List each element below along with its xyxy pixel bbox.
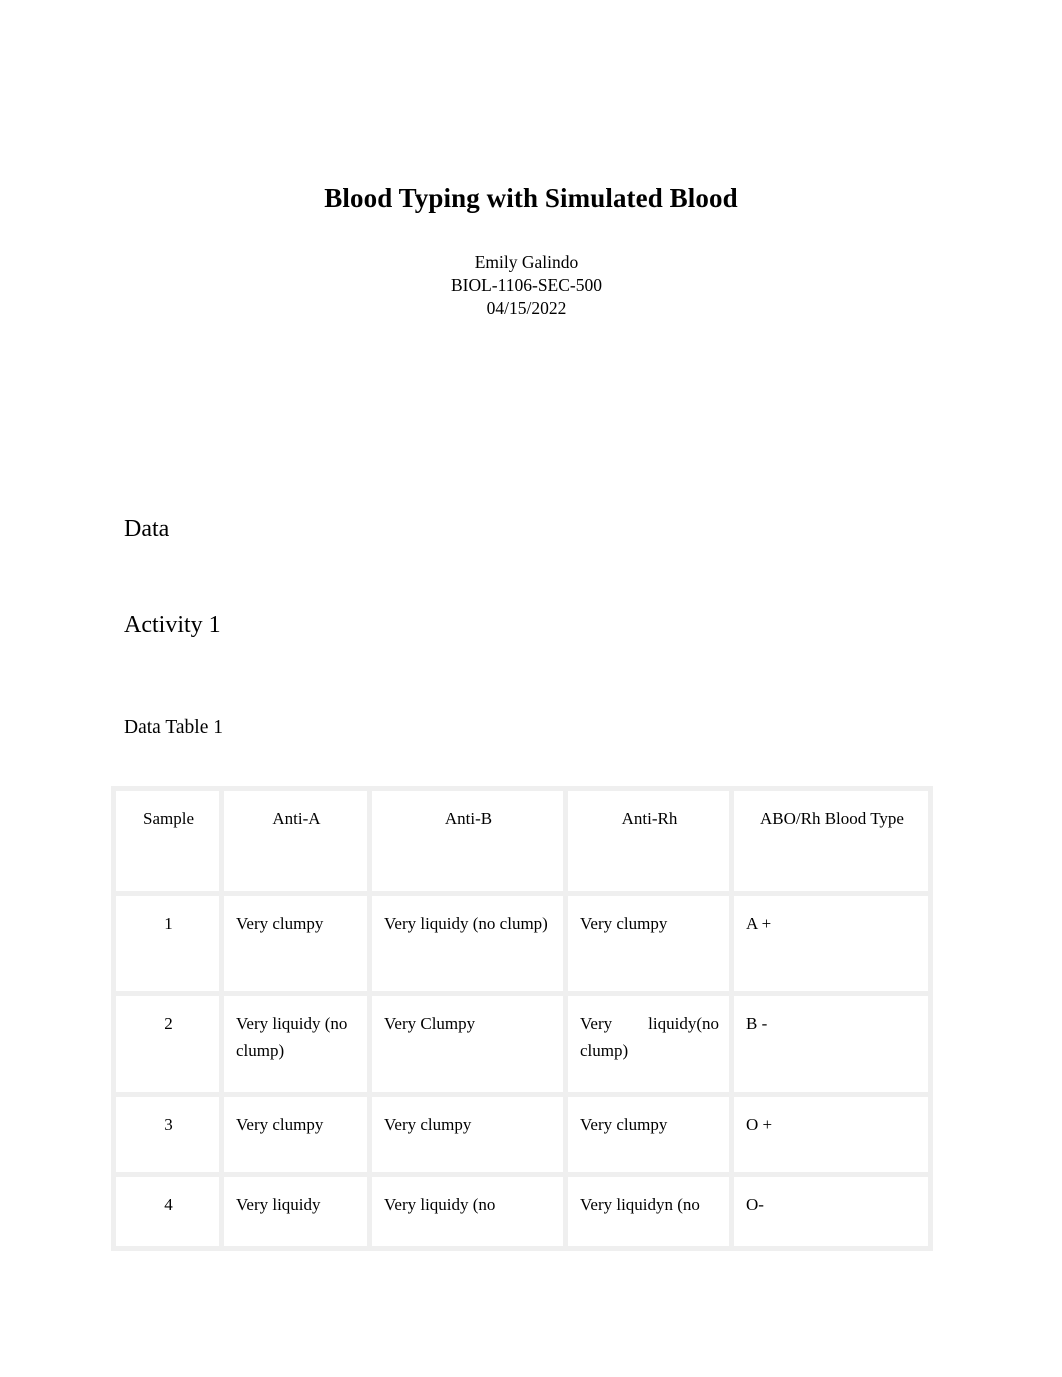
cell-anti-rh: Very liquidyn (no — [568, 1177, 734, 1251]
cell-anti-a: Very clumpy — [224, 896, 372, 996]
table-header-cell-anti-b: Anti-B — [372, 786, 568, 896]
cell-anti-rh: Very clumpy — [568, 1097, 734, 1177]
cell-blood-type: O + — [734, 1097, 933, 1177]
page-title: Blood Typing with Simulated Blood — [324, 183, 738, 214]
document-page: Blood Typing with Simulated Blood Emily … — [0, 0, 1062, 1377]
table-row: 1 Very clumpy Very liquidy (no clump) Ve… — [111, 896, 933, 996]
table-header-cell-sample: Sample — [111, 786, 224, 896]
section-heading-activity: Activity 1 — [124, 612, 221, 638]
table-row: 3 Very clumpy Very clumpy Very clumpy O … — [111, 1097, 933, 1177]
cell-sample: 2 — [111, 996, 224, 1097]
cell-anti-rh: Very clumpy — [568, 896, 734, 996]
cell-anti-b: Very clumpy — [372, 1097, 568, 1177]
cell-anti-a: Very liquidy — [224, 1177, 372, 1251]
header-label-anti-b: Anti-B — [444, 809, 493, 828]
cell-anti-b: Very Clumpy — [372, 996, 568, 1097]
course-code: BIOL-1106-SEC-500 — [450, 275, 602, 295]
cell-anti-rh: Very liquidy(no clump) — [568, 996, 734, 1097]
author-name: Emily Galindo — [474, 252, 579, 272]
cell-blood-type: B - — [734, 996, 933, 1097]
table-header-cell-anti-a: Anti-A — [224, 786, 372, 896]
table-row: 4 Very liquidy Very liquidy (no Very liq… — [111, 1177, 933, 1251]
table-row: 2 Very liquidy (no clump) Very Clumpy Ve… — [111, 996, 933, 1097]
section-heading-data: Data — [124, 516, 170, 542]
cell-anti-b: Very liquidy (no clump) — [372, 896, 568, 996]
header-label-blood-type: ABO/Rh Blood Type — [760, 809, 904, 828]
data-table-1: Sample Anti-A Anti-B Anti-Rh ABO/Rh Bloo… — [111, 786, 933, 1251]
cell-sample: 4 — [111, 1177, 224, 1251]
cell-sample: 1 — [111, 896, 224, 996]
cell-anti-b: Very liquidy (no — [372, 1177, 568, 1251]
cell-anti-a: Very liquidy (no clump) — [224, 996, 372, 1097]
cell-blood-type: A + — [734, 896, 933, 996]
cell-sample: 3 — [111, 1097, 224, 1177]
header-label-anti-rh: Anti-Rh — [621, 809, 678, 828]
header-label-sample: Sample — [143, 809, 194, 828]
table-header-cell-blood-type: ABO/Rh Blood Type — [734, 786, 933, 896]
header-label-anti-a: Anti-A — [272, 809, 321, 828]
table-caption: Data Table 1 — [124, 717, 223, 738]
byline-block: Emily Galindo BIOL-1106-SEC-500 04/15/20… — [130, 251, 923, 320]
table-header-row: Sample Anti-A Anti-B Anti-Rh ABO/Rh Bloo… — [111, 786, 933, 896]
data-table-1-container: Sample Anti-A Anti-B Anti-Rh ABO/Rh Bloo… — [111, 786, 933, 1251]
table-header-cell-anti-rh: Anti-Rh — [568, 786, 734, 896]
document-date: 04/15/2022 — [486, 298, 567, 318]
cell-blood-type: O- — [734, 1177, 933, 1251]
cell-anti-a: Very clumpy — [224, 1097, 372, 1177]
